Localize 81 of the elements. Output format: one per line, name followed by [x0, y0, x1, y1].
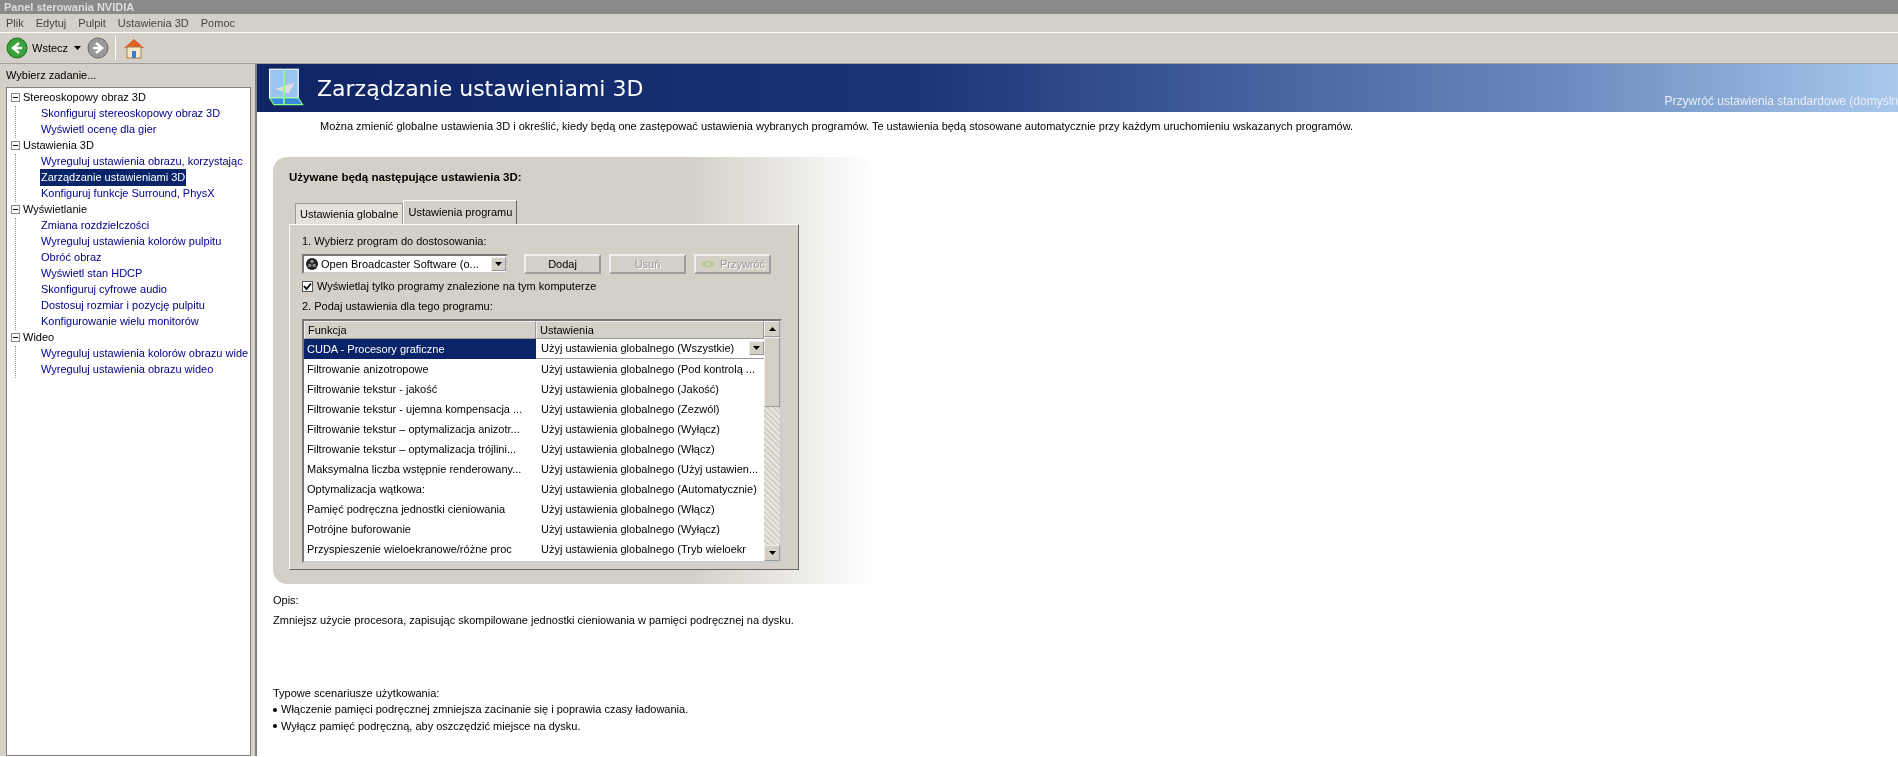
action-button[interactable]: Dodaj [524, 253, 601, 274]
tree-item[interactable]: Obróć obraz [40, 249, 103, 266]
table-cell-text: Użyj ustawienia globalnego (Wyłącz) [540, 521, 722, 537]
tree-group[interactable]: Wyświetlanie [23, 201, 88, 218]
scrollbar[interactable] [764, 320, 780, 561]
list-item-text: Wyłącz pamięć podręczną, aby oszczędzić miejsce na dysku. [281, 718, 581, 734]
tree-item[interactable]: Zmiana rozdzielczości [40, 217, 151, 234]
usage-label: Typowe scenariusze użytkowania: [273, 685, 441, 701]
table-cell-text: Użyj ustawienia globalnego (Włącz) [540, 441, 716, 457]
scroll-down-icon [768, 550, 776, 555]
table-cell-text: Użyj ustawienia globalnego (Automatycznie) [540, 481, 758, 497]
table-cell-text: Użyj ustawienia globalnego (Wyłącz) [540, 421, 722, 437]
table-cell[interactable]: Filtrowanie anizotropowe [304, 358, 536, 379]
checkbox[interactable] [302, 280, 313, 292]
checkbox-label: Wyświetlaj tylko programy znalezione na tym komputerze [317, 278, 597, 294]
tree-item[interactable]: Skonfiguruj stereoskopowy obraz 3D [40, 105, 222, 122]
dropdown-arrow-icon[interactable] [74, 46, 82, 50]
collapse-icon[interactable] [11, 205, 20, 214]
table-cell[interactable]: Filtrowanie tekstur – optymalizacja anizotr... [304, 418, 536, 439]
tab[interactable]: Ustawienia globalne [295, 202, 404, 225]
table-cell-text: Użyj ustawienia globalnego (Pod kontrolą ... [540, 361, 756, 377]
tree-group[interactable]: Ustawienia 3D [23, 137, 94, 154]
program-dropdown[interactable]: Open Broadcaster Software (o... [302, 253, 508, 274]
column-header[interactable]: Ustawienia [536, 320, 764, 339]
scroll-up-icon [768, 326, 776, 331]
tree-item[interactable]: Wyreguluj ustawienia obrazu wideo [40, 361, 215, 378]
description-text: Zmniejsz użycie procesora, zapisując skompilowane jednostki cieniowania w pamięci podręcznej na dysku. [273, 613, 795, 629]
table-cell[interactable]: Filtrowanie tekstur - ujemna kompensacja ... [304, 398, 536, 419]
table-cell-text: Użyj ustawienia globalnego (Jakość) [540, 381, 720, 397]
table-cell[interactable]: Potrójne buforowanie [304, 518, 536, 539]
dropdown-arrow-icon [495, 261, 502, 266]
intro-text: Można zmienić globalne ustawienia 3D i określić, kiedy będą one zastępować ustawienia wybranych programów. Te ustawienia będą stosowane automatycznie przy każdym uruchomieniu wskazanych programów. [319, 119, 1355, 134]
table-cell[interactable]: CUDA - Procesory graficzne [304, 338, 536, 359]
eye-logo-icon [699, 258, 716, 269]
menu-item[interactable]: Pulpit [78, 14, 106, 32]
bullet-icon [273, 724, 277, 728]
setting-dropdown[interactable]: Użyj ustawienia globalnego (Wszystkie) [536, 338, 764, 359]
tree-item[interactable]: Wyświetl ocenę dla gier [40, 121, 158, 138]
tree-item[interactable]: Wyreguluj ustawienia obrazu, korzystając [40, 153, 244, 170]
tree-item[interactable]: Wyreguluj ustawienia kolorów pulpitu [40, 233, 223, 250]
table-cell[interactable]: Maksymalna liczba wstępnie renderowany... [304, 458, 536, 479]
dropdown-arrow-icon [753, 346, 760, 351]
tree-item[interactable]: Skonfiguruj cyfrowe audio [40, 281, 168, 298]
panel-title: Używane będą następujące ustawienia 3D: [289, 169, 523, 185]
tree-item[interactable]: Konfiguruj funkcje Surround, PhysX [40, 185, 216, 202]
tree-item[interactable]: Wyświetl stan HDCP [40, 265, 144, 282]
table-cell[interactable]: Przyspieszenie wieloekranowe/różne proc [304, 538, 536, 559]
bullet-icon [273, 707, 277, 712]
menu-item[interactable]: Plik [6, 14, 24, 32]
collapse-icon[interactable] [11, 333, 20, 342]
step-label: 1. Wybierz program do dostosowania: [302, 234, 488, 250]
window-title: Panel sterowania NVIDIA [0, 0, 1898, 14]
table-cell-text: Użyj ustawienia globalnego (Włącz) [540, 501, 716, 517]
column-header[interactable]: Funkcja [304, 320, 536, 339]
menu-item[interactable]: Pomoc [200, 14, 235, 32]
menu-item[interactable]: Edytuj [35, 14, 67, 32]
tree-item[interactable]: Zarządzanie ustawieniami 3D [40, 169, 187, 186]
tree-group[interactable]: Wideo [23, 329, 55, 346]
table-cell-text: Użyj ustawienia globalnego (Tryb wieloekr [540, 541, 748, 557]
tree-item[interactable]: Konfigurowanie wielu monitorów [40, 313, 200, 330]
tree-item[interactable]: Dostosuj rozmiar i pozycję pulpitu [40, 297, 206, 314]
back-button[interactable]: Wstecz [6, 37, 69, 59]
program-icon [306, 257, 318, 270]
description-label: Opis: [273, 592, 300, 608]
menu-item[interactable]: Ustawienia 3D [117, 14, 189, 32]
table-cell-text: Użyj ustawienia globalnego (Użyj ustawien... [540, 461, 760, 477]
list-item-text: Włączenie pamięci podręcznej zmniejsza zacinanie się i poprawia czasy ładowania. [281, 702, 689, 718]
sidebar-title: Wybierz zadanie... [5, 68, 98, 83]
collapse-icon[interactable] [11, 93, 20, 102]
table-cell[interactable]: Optymalizacja wątkowa: [304, 478, 536, 499]
tab[interactable]: Ustawienia programu [403, 199, 518, 225]
page-title: Zarządzanie ustawieniami 3D [317, 74, 644, 103]
forward-icon[interactable] [87, 37, 110, 59]
tree-group[interactable]: Stereoskopowy obraz 3D [23, 89, 146, 106]
tree-item[interactable]: Wyreguluj ustawienia kolorów obrazu wide [40, 345, 250, 362]
table-cell[interactable]: Filtrowanie tekstur - jakość [304, 378, 536, 399]
step-label: 2. Podaj ustawienia dla tego programu: [302, 299, 494, 315]
table-cell[interactable]: Filtrowanie tekstur – optymalizacja trójlini... [304, 438, 536, 459]
table-cell-text: Użyj ustawienia globalnego (Zezwól) [540, 401, 721, 417]
table-cell[interactable]: Pamięć podręczna jednostki cieniowania [304, 498, 536, 519]
collapse-icon[interactable] [11, 141, 20, 150]
